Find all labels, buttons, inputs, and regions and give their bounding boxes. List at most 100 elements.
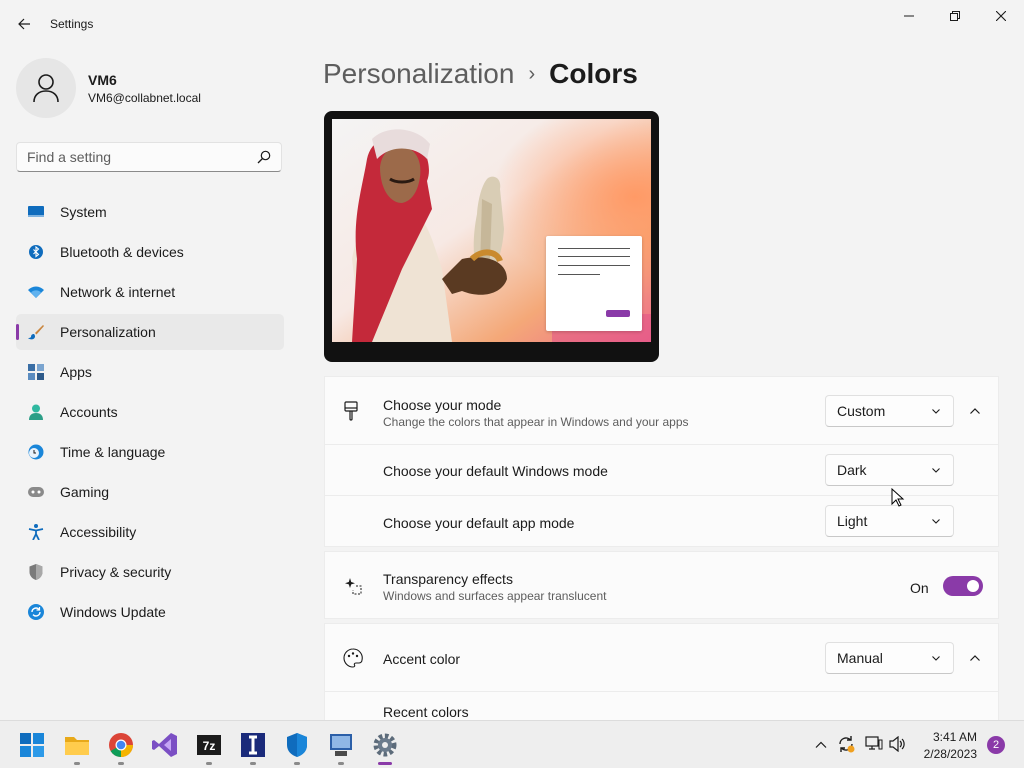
accent-title: Accent color bbox=[383, 651, 461, 667]
sidebar-item-privacy-security[interactable]: Privacy & security bbox=[16, 554, 284, 590]
sidebar-item-label: Personalization bbox=[60, 324, 156, 340]
sidebar-item-apps[interactable]: Apps bbox=[16, 354, 284, 390]
sidebar-item-label: Apps bbox=[60, 364, 92, 380]
sidebar-item-accessibility[interactable]: Accessibility bbox=[16, 514, 284, 550]
sidebar-item-label: Accounts bbox=[60, 404, 118, 420]
windows-mode-label: Choose your default Windows mode bbox=[383, 463, 608, 479]
palette-icon bbox=[343, 648, 363, 668]
chevron-up-icon[interactable] bbox=[815, 739, 827, 751]
clock-time[interactable]: 3:41 AM bbox=[922, 730, 977, 744]
minimize-button[interactable] bbox=[886, 0, 932, 32]
mode-dropdown-value: Custom bbox=[837, 403, 886, 419]
sync-icon[interactable] bbox=[836, 734, 856, 754]
sidebar-item-bluetooth[interactable]: Bluetooth & devices bbox=[16, 234, 284, 270]
running-indicator bbox=[338, 762, 344, 765]
sidebar-item-label: Bluetooth & devices bbox=[60, 244, 184, 260]
search-input[interactable] bbox=[27, 143, 247, 171]
sidebar-item-label: Privacy & security bbox=[60, 564, 172, 580]
app-i-icon[interactable] bbox=[239, 731, 267, 759]
defender-icon[interactable] bbox=[283, 731, 311, 759]
transparency-toggle[interactable] bbox=[943, 576, 983, 596]
person-icon bbox=[29, 404, 43, 420]
sidebar-item-label: System bbox=[60, 204, 107, 220]
restore-button[interactable] bbox=[932, 0, 978, 32]
paintbrush-icon bbox=[344, 401, 358, 421]
clock-globe-icon bbox=[28, 444, 44, 460]
monitor-icon bbox=[28, 206, 44, 217]
accent-dropdown[interactable]: Manual bbox=[825, 642, 954, 674]
apps-icon bbox=[28, 364, 44, 380]
search-box[interactable] bbox=[16, 142, 282, 172]
preview-line bbox=[558, 248, 630, 249]
file-explorer-icon[interactable] bbox=[63, 731, 91, 759]
windows-mode-dropdown[interactable]: Dark bbox=[825, 454, 954, 486]
preview-line bbox=[558, 274, 600, 275]
mode-description: Change the colors that appear in Windows… bbox=[383, 415, 689, 429]
title-bar: Settings bbox=[0, 0, 1024, 48]
page-title: Colors bbox=[549, 58, 638, 89]
volume-icon[interactable] bbox=[889, 736, 907, 752]
sidebar-item-label: Accessibility bbox=[60, 524, 137, 540]
network-app-icon[interactable] bbox=[327, 731, 355, 759]
mode-title: Choose your mode bbox=[383, 397, 502, 413]
start-icon[interactable] bbox=[18, 731, 46, 759]
sidebar-item-gaming[interactable]: Gaming bbox=[16, 474, 284, 510]
close-button[interactable] bbox=[978, 0, 1024, 32]
running-indicator bbox=[206, 762, 212, 765]
search-icon bbox=[257, 150, 271, 164]
update-icon bbox=[28, 604, 44, 620]
running-indicator bbox=[250, 762, 256, 765]
transparency-card: Transparency effects Windows and surface… bbox=[324, 551, 999, 619]
sidebar-item-label: Gaming bbox=[60, 484, 110, 500]
accent-color-card: Accent color Manual Recent colors bbox=[324, 623, 999, 720]
mode-dropdown[interactable]: Custom bbox=[825, 395, 954, 427]
app-mode-dropdown[interactable]: Light bbox=[825, 505, 954, 537]
7zip-icon[interactable]: 7z bbox=[195, 731, 223, 759]
chrome-icon[interactable] bbox=[107, 731, 135, 759]
wifi-icon bbox=[28, 286, 44, 298]
breadcrumb-parent[interactable]: Personalization bbox=[323, 58, 514, 90]
user-name: VM6 bbox=[88, 72, 117, 88]
shield-icon bbox=[29, 564, 43, 580]
running-indicator bbox=[294, 762, 300, 765]
transparency-title: Transparency effects bbox=[383, 571, 513, 587]
transparency-state: On bbox=[910, 580, 929, 596]
chevron-down-icon bbox=[932, 409, 940, 414]
mode-collapse-button[interactable] bbox=[965, 401, 985, 421]
accessibility-icon bbox=[28, 524, 44, 540]
user-email: VM6@collabnet.local bbox=[88, 91, 201, 105]
sidebar-item-accounts[interactable]: Accounts bbox=[16, 394, 284, 430]
app-mode-value: Light bbox=[837, 513, 868, 529]
sidebar-item-network[interactable]: Network & internet bbox=[16, 274, 284, 310]
chevron-down-icon bbox=[932, 468, 940, 473]
settings-icon[interactable] bbox=[371, 731, 399, 759]
accent-collapse-button[interactable] bbox=[965, 648, 985, 668]
preview-line bbox=[558, 256, 630, 257]
choose-mode-card: Choose your mode Change the colors that … bbox=[324, 376, 999, 547]
gamepad-icon bbox=[28, 487, 44, 497]
sidebar-item-time-language[interactable]: Time & language bbox=[16, 434, 284, 470]
sidebar-item-windows-update[interactable]: Windows Update bbox=[16, 594, 284, 630]
recent-colors-label: Recent colors bbox=[383, 704, 469, 720]
back-button[interactable] bbox=[10, 10, 38, 38]
sidebar-item-personalization[interactable]: Personalization bbox=[16, 314, 284, 350]
taskbar: 7z 3:41 AM 2/28/2023 2 bbox=[0, 720, 1024, 768]
network-icon[interactable] bbox=[865, 736, 883, 752]
sidebar-item-label: Time & language bbox=[60, 444, 166, 460]
visual-studio-icon[interactable] bbox=[151, 731, 179, 759]
recent-colors-row: Recent colors bbox=[325, 691, 998, 721]
preview-line bbox=[558, 265, 630, 266]
user-icon bbox=[33, 74, 59, 103]
preview-accent-button bbox=[606, 310, 630, 317]
sidebar-nav: System Bluetooth & devices Network & int… bbox=[16, 194, 284, 634]
running-indicator bbox=[118, 762, 124, 765]
avatar[interactable] bbox=[16, 58, 76, 118]
transparency-description: Windows and surfaces appear translucent bbox=[383, 589, 607, 603]
running-indicator bbox=[74, 762, 80, 765]
sidebar-item-system[interactable]: System bbox=[16, 194, 284, 230]
minimize-icon bbox=[904, 15, 914, 17]
clock-date[interactable]: 2/28/2023 bbox=[912, 747, 977, 761]
notification-badge[interactable]: 2 bbox=[987, 736, 1005, 754]
mouse-cursor-icon bbox=[891, 488, 905, 507]
chevron-down-icon bbox=[932, 519, 940, 524]
